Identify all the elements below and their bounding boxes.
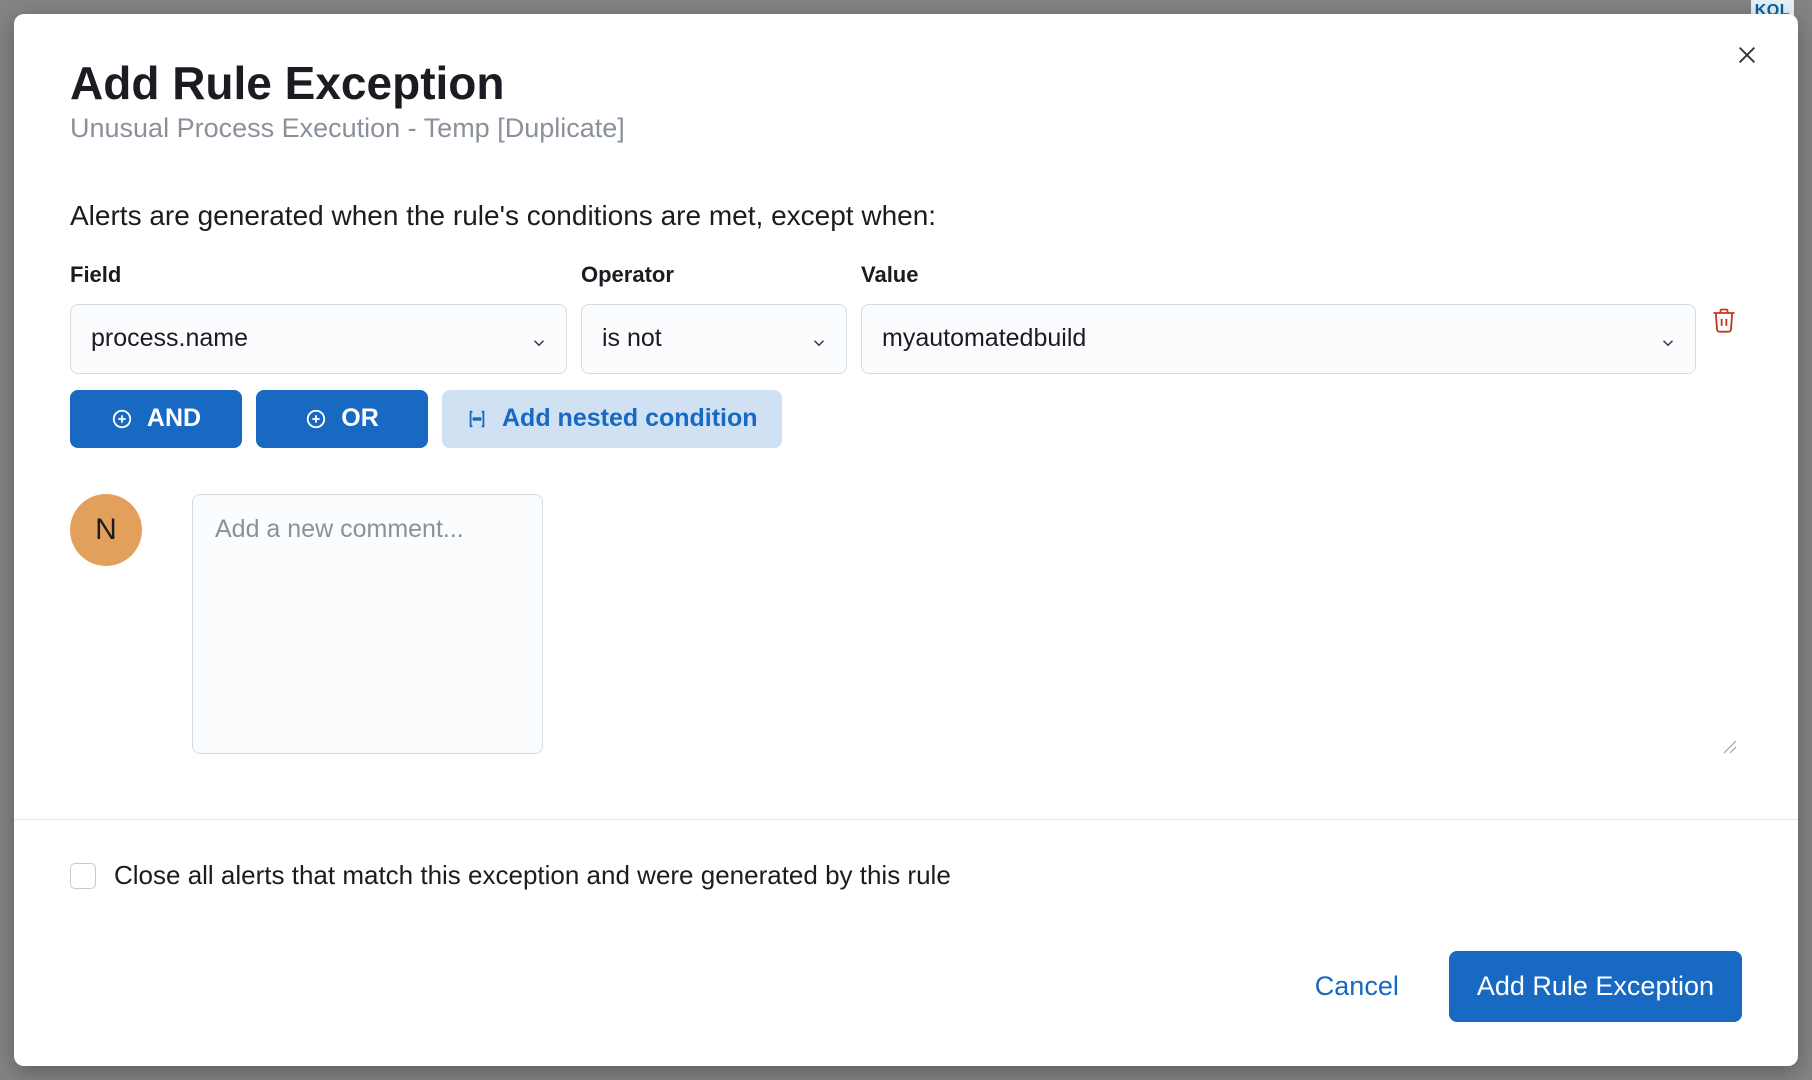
- operator-select-value: is not: [602, 324, 662, 353]
- chevron-down-icon: [810, 330, 828, 348]
- add-rule-exception-modal: Add Rule Exception Unusual Process Execu…: [14, 14, 1798, 1066]
- close-alerts-checkbox[interactable]: [70, 863, 96, 889]
- close-alerts-checkbox-label: Close all alerts that match this excepti…: [114, 860, 951, 891]
- modal-description: Alerts are generated when the rule's con…: [70, 200, 1742, 232]
- add-nested-condition-label: Add nested condition: [502, 404, 758, 433]
- modal-footer: Close all alerts that match this excepti…: [14, 822, 1798, 1066]
- comment-input[interactable]: [192, 494, 543, 754]
- modal-subtitle: Unusual Process Execution - Temp [Duplic…: [70, 113, 1742, 144]
- delete-condition-button[interactable]: [1710, 306, 1738, 334]
- divider: [14, 819, 1798, 820]
- chevron-down-icon: [530, 330, 548, 348]
- resize-handle-icon: [1722, 739, 1738, 755]
- and-button[interactable]: AND: [70, 390, 242, 448]
- comment-section: N: [70, 494, 1742, 759]
- operator-label: Operator: [581, 262, 847, 288]
- field-label: Field: [70, 262, 567, 288]
- add-rule-exception-button[interactable]: Add Rule Exception: [1449, 951, 1742, 1022]
- modal-title: Add Rule Exception: [70, 58, 1742, 109]
- cancel-button[interactable]: Cancel: [1295, 957, 1419, 1016]
- or-button[interactable]: OR: [256, 390, 428, 448]
- condition-row: Field process.name Operator is not: [70, 262, 1742, 374]
- value-label: Value: [861, 262, 1696, 288]
- value-select[interactable]: myautomatedbuild: [861, 304, 1696, 374]
- operator-select[interactable]: is not: [581, 304, 847, 374]
- value-select-value: myautomatedbuild: [882, 324, 1086, 353]
- nested-brackets-icon: [466, 408, 488, 430]
- field-select-value: process.name: [91, 324, 248, 353]
- field-select[interactable]: process.name: [70, 304, 567, 374]
- chevron-down-icon: [1659, 330, 1677, 348]
- plus-circle-icon: [305, 408, 327, 430]
- plus-circle-icon: [111, 408, 133, 430]
- and-button-label: AND: [147, 404, 201, 433]
- condition-buttons-row: AND OR Add nested condition: [70, 390, 1742, 448]
- or-button-label: OR: [341, 404, 379, 433]
- add-nested-condition-button[interactable]: Add nested condition: [442, 390, 782, 448]
- close-icon[interactable]: [1736, 44, 1758, 66]
- avatar: N: [70, 494, 142, 566]
